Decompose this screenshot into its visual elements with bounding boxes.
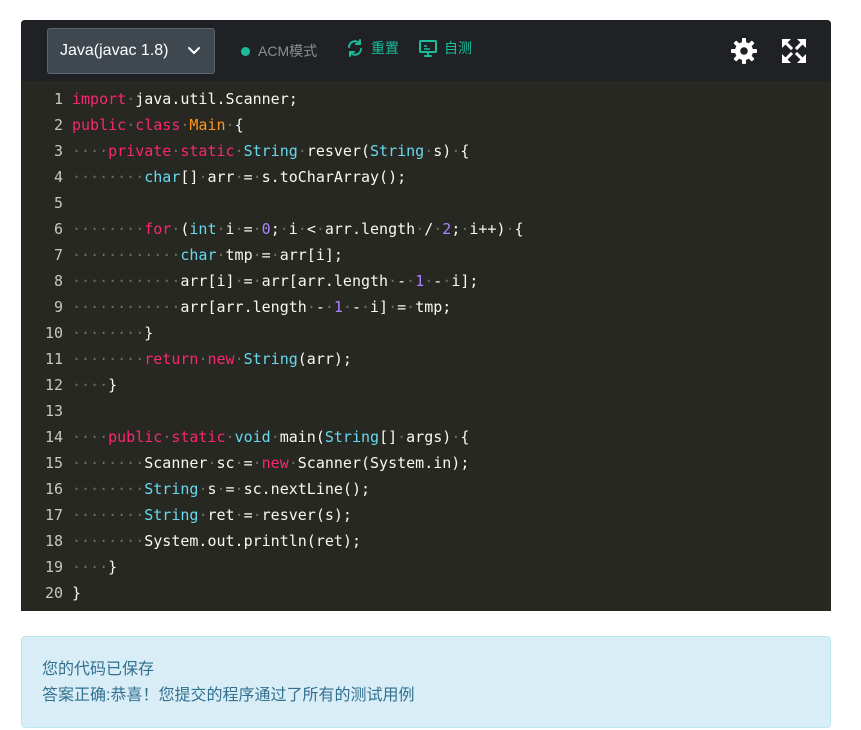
line-number: 19 (44, 558, 63, 576)
code-line[interactable]: 2 public·class·Main·{ (21, 112, 831, 138)
line-number: 18 (44, 532, 63, 550)
code-line[interactable]: 11 ········return·new·String(arr); (21, 346, 831, 372)
line-number: 20 (44, 584, 63, 602)
code-text[interactable]: public·class·Main·{ (72, 112, 244, 138)
line-number: 8 (53, 272, 63, 290)
status-dot-icon (241, 46, 250, 56)
acm-mode-label: ACM模式 (258, 43, 318, 59)
code-line[interactable]: 3 ····private·static·String·resver(String… (21, 138, 831, 164)
code-line[interactable]: 16 ········String·s·=·sc.nextLine(); (21, 476, 831, 502)
code-text[interactable]: ········Scanner·sc·=·new·Scanner(System.… (72, 450, 469, 476)
code-line[interactable]: 19 ····} (21, 554, 831, 580)
line-number: 15 (44, 454, 63, 472)
code-line[interactable]: 9 ············arr[arr.length·-·1·-·i]·=·t… (21, 294, 831, 320)
fullscreen-icon[interactable] (780, 37, 808, 65)
refresh-icon (348, 39, 362, 57)
line-number: 1 (53, 90, 63, 108)
code-line[interactable]: 8 ············arr[i]·=·arr[arr.length·-·1… (21, 268, 831, 294)
reset-label: 重置 (371, 40, 399, 56)
code-text[interactable]: ············arr[arr.length·-·1·-·i]·=·tm… (72, 294, 451, 320)
code-text[interactable]: ····private·static·String·resver(String·… (72, 138, 469, 164)
line-number: 5 (53, 194, 63, 212)
line-number: 3 (53, 142, 63, 160)
line-number: 13 (44, 402, 63, 420)
code-text[interactable]: ····} (72, 554, 117, 580)
code-line[interactable]: 6 ········for·(int·i·=·0;·i·<·arr.length·… (21, 216, 831, 242)
line-number: 9 (53, 298, 63, 316)
code-text[interactable]: ········return·new·String(arr); (72, 346, 352, 372)
code-editor-panel: Java(javac 1.8) ACM模式 重置 自测 1 import·jav… (21, 20, 831, 611)
code-text[interactable]: ········String·ret·=·resver(s); (72, 502, 352, 528)
gear-icon[interactable] (730, 37, 758, 65)
code-line[interactable]: 18 ········System.out.println(ret); (21, 528, 831, 554)
self-test-button[interactable]: 自测 (418, 38, 472, 58)
line-number: 14 (44, 428, 63, 446)
code-line[interactable]: 20} (21, 580, 831, 606)
code-area[interactable]: 1 import·java.util.Scanner; 2 public·class·… (21, 86, 831, 606)
code-text[interactable]: ········for·(int·i·=·0;·i·<·arr.length·/… (72, 216, 524, 242)
verdict-message: 答案正确:恭喜！您提交的程序通过了所有的测试用例 (42, 687, 415, 704)
code-text[interactable]: } (72, 580, 81, 606)
line-number: 4 (53, 168, 63, 186)
code-text[interactable]: ····public·static·void·main(String[]·arg… (72, 424, 469, 450)
code-text[interactable]: import·java.util.Scanner; (72, 86, 298, 112)
code-line[interactable]: 10 ········} (21, 320, 831, 346)
line-number: 2 (53, 116, 63, 134)
code-text[interactable]: ····} (72, 372, 117, 398)
code-line[interactable]: 13 (21, 398, 831, 424)
chevron-down-icon (188, 47, 200, 54)
result-message: 您的代码已保存 答案正确:恭喜！您提交的程序通过了所有的测试用例 (21, 636, 831, 728)
monitor-icon (419, 40, 437, 57)
line-number: 10 (44, 324, 63, 342)
language-select-label: Java(javac 1.8) (60, 42, 169, 59)
code-text[interactable]: ········} (72, 320, 153, 346)
code-text[interactable]: ········String·s·=·sc.nextLine(); (72, 476, 370, 502)
line-number: 17 (44, 506, 63, 524)
line-number: 7 (53, 246, 63, 264)
language-select[interactable]: Java(javac 1.8) (47, 28, 215, 74)
saved-message: 您的代码已保存 (42, 661, 155, 678)
line-number: 16 (44, 480, 63, 498)
code-text[interactable]: ········char[]·arr·=·s.toCharArray(); (72, 164, 406, 190)
code-line[interactable]: 1 import·java.util.Scanner; (21, 86, 831, 112)
self-test-label: 自测 (444, 40, 472, 56)
code-text[interactable]: ············arr[i]·=·arr[arr.length·-·1·… (72, 268, 478, 294)
acm-mode-indicator[interactable]: ACM模式 (241, 41, 317, 61)
code-line[interactable]: 7 ············char·tmp·=·arr[i]; (21, 242, 831, 268)
code-line[interactable]: 5 (21, 190, 831, 216)
line-number: 6 (53, 220, 63, 238)
code-line[interactable]: 15 ········Scanner·sc·=·new·Scanner(Syste… (21, 450, 831, 476)
line-number: 11 (44, 350, 63, 368)
code-line[interactable]: 4 ········char[]·arr·=·s.toCharArray(); (21, 164, 831, 190)
line-number: 12 (44, 376, 63, 394)
code-line[interactable]: 17 ········String·ret·=·resver(s); (21, 502, 831, 528)
code-text[interactable]: ············char·tmp·=·arr[i]; (72, 242, 343, 268)
reset-button[interactable]: 重置 (345, 38, 399, 58)
code-line[interactable]: 12 ····} (21, 372, 831, 398)
code-line[interactable]: 14 ····public·static·void·main(String[]·a… (21, 424, 831, 450)
editor-toolbar: Java(javac 1.8) ACM模式 重置 自测 (21, 20, 831, 81)
code-text[interactable]: ········System.out.println(ret); (72, 528, 361, 554)
